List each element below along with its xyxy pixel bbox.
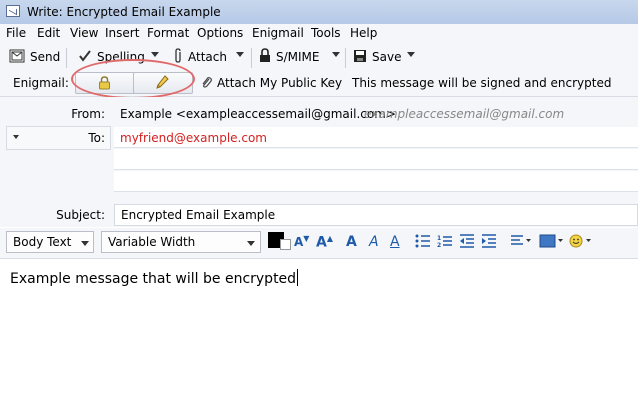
from-field[interactable]: Example <exampleaccessemail@gmail.com> e… (114, 104, 638, 124)
smime-label: S/MIME (276, 50, 320, 64)
attach-label: Attach (188, 50, 227, 64)
text-caret (297, 269, 299, 286)
larger-font-icon[interactable]: A▲ (316, 234, 333, 251)
attach-public-key-button[interactable]: Attach My Public Key (200, 73, 342, 93)
italic-icon[interactable]: A (369, 234, 379, 250)
menu-edit[interactable]: Edit (37, 26, 60, 40)
recipient-row-empty[interactable] (114, 149, 638, 170)
encryption-status-text: This message will be signed and encrypte… (352, 76, 612, 90)
chevron-down-icon (247, 241, 255, 246)
message-body-text: Example message that will be encrypted (10, 271, 297, 287)
enigmail-label: Enigmail: (13, 76, 69, 90)
window-title: Write: Encrypted Email Example (27, 5, 221, 19)
from-hint: exampleaccessemail@gmail.com (364, 107, 565, 121)
menu-file[interactable]: File (6, 26, 26, 40)
toolbar-separator (345, 48, 346, 68)
pencil-icon (156, 75, 169, 89)
svg-text:1: 1 (437, 235, 441, 242)
attach-dropdown-icon[interactable] (236, 52, 244, 57)
message-body: Example message that will be encrypted (10, 269, 299, 287)
attach-public-key-label: Attach My Public Key (217, 76, 343, 90)
menu-bar: File Edit View Insert Format Options Eni… (0, 24, 638, 42)
save-dropdown-icon[interactable] (407, 52, 415, 57)
subject-input[interactable]: Encrypted Email Example (114, 204, 638, 226)
recipient-address: myfriend@example.com (120, 131, 267, 145)
menu-enigmail[interactable]: Enigmail (252, 26, 304, 40)
indent-icon[interactable] (481, 234, 497, 252)
outdent-icon[interactable] (459, 234, 475, 252)
background-color-swatch[interactable] (280, 239, 291, 250)
align-icon[interactable] (510, 234, 532, 252)
spelling-label: Spelling (97, 50, 145, 64)
send-icon (9, 49, 25, 66)
title-bar: Write: Encrypted Email Example (0, 0, 638, 25)
paperclip-icon (173, 47, 183, 67)
menu-format[interactable]: Format (147, 26, 189, 40)
paperclip-icon (200, 75, 212, 92)
checkmark-icon (78, 49, 92, 66)
send-button[interactable]: Send (9, 47, 60, 67)
bullet-list-icon[interactable] (415, 234, 431, 252)
smaller-font-icon[interactable]: A▼ (294, 234, 309, 249)
toolbar-separator (66, 48, 67, 68)
from-value: Example <exampleaccessemail@gmail.com> (120, 107, 396, 121)
smime-button[interactable]: S/MIME (259, 47, 320, 67)
attach-button[interactable]: Attach (173, 47, 227, 67)
message-body-editor[interactable]: Example message that will be encrypted (0, 259, 638, 411)
sign-toggle-button[interactable] (133, 72, 193, 94)
save-button[interactable]: Save (353, 47, 401, 67)
recipient-row-empty[interactable] (114, 171, 638, 192)
menu-insert[interactable]: Insert (105, 26, 139, 40)
emoticon-icon[interactable] (569, 234, 595, 252)
encrypt-toggle-button[interactable] (75, 72, 135, 94)
font-value: Variable Width (108, 235, 196, 249)
compose-toolbar: Send Spelling Attach S/MIME Save (0, 42, 638, 70)
chevron-down-icon (81, 241, 89, 246)
numbered-list-icon[interactable]: 12 (437, 234, 453, 252)
insert-image-icon[interactable] (539, 234, 565, 252)
subject-label: Subject: (56, 208, 105, 222)
spelling-button[interactable]: Spelling (78, 47, 145, 67)
subject-value: Encrypted Email Example (121, 208, 276, 222)
smime-dropdown-icon[interactable] (332, 52, 340, 57)
font-select[interactable]: Variable Width (101, 231, 261, 253)
to-label: To: (88, 131, 105, 145)
enigmail-bar: Enigmail: Attach My Public Key This mess… (0, 70, 638, 97)
menu-view[interactable]: View (70, 26, 98, 40)
menu-options[interactable]: Options (197, 26, 243, 40)
save-label: Save (372, 50, 402, 64)
menu-tools[interactable]: Tools (311, 26, 341, 40)
underline-icon[interactable]: A (390, 234, 400, 250)
bold-icon[interactable]: A (346, 234, 357, 250)
compose-window-icon (6, 5, 20, 17)
spelling-dropdown-icon[interactable] (151, 52, 159, 57)
paragraph-style-value: Body Text (13, 235, 72, 249)
paragraph-style-select[interactable]: Body Text (6, 231, 94, 253)
floppy-disk-icon (353, 49, 367, 66)
lock-icon (259, 48, 271, 66)
format-toolbar: Body Text Variable Width A▼ A▲ A A A 12 (0, 228, 638, 259)
from-label: From: (71, 107, 105, 121)
send-label: Send (30, 50, 61, 64)
toolbar-separator (251, 48, 252, 68)
svg-text:2: 2 (437, 242, 441, 248)
to-field[interactable]: myfriend@example.com (114, 127, 638, 148)
menu-help[interactable]: Help (350, 26, 377, 40)
lock-icon (99, 76, 110, 90)
